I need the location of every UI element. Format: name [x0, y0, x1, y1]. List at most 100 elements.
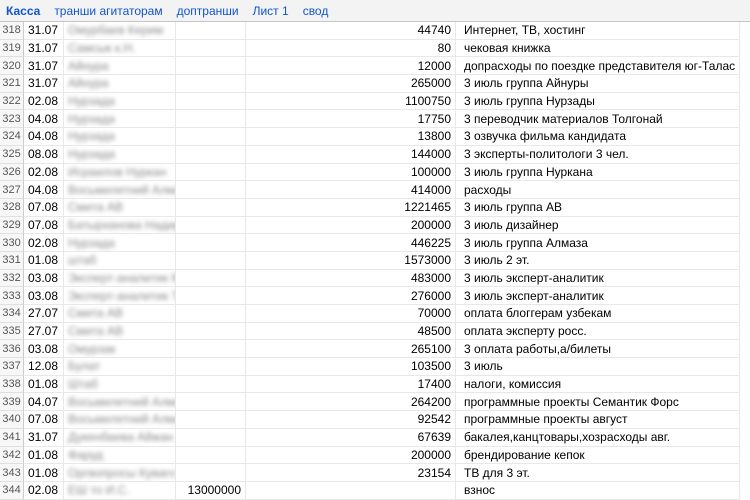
row-number[interactable]: 329	[0, 217, 24, 235]
row-number[interactable]: 328	[0, 199, 24, 217]
cell-date[interactable]: 03.08	[24, 270, 64, 288]
cell-name[interactable]: Штаб	[64, 376, 176, 394]
cell-date[interactable]: 31.07	[24, 57, 64, 75]
cell-description[interactable]: 3 июль	[456, 358, 740, 376]
cell-amount-1[interactable]	[176, 146, 246, 164]
cell-date[interactable]: 31.07	[24, 75, 64, 93]
row-number[interactable]: 327	[0, 181, 24, 199]
cell-date[interactable]: 03.08	[24, 340, 64, 358]
cell-description[interactable]: 3 июль 2 эт.	[456, 252, 740, 270]
cell-description[interactable]: расходы	[456, 181, 740, 199]
row-number[interactable]: 334	[0, 305, 24, 323]
cell-description[interactable]: 3 июль группа Алмаза	[456, 234, 740, 252]
cell-amount-1[interactable]	[176, 323, 246, 341]
cell-name[interactable]: Омурзак	[64, 340, 176, 358]
cell-description[interactable]: чековая книжка	[456, 40, 740, 58]
cell-description[interactable]: 3 июль группа АВ	[456, 199, 740, 217]
cell-amount-1[interactable]	[176, 22, 246, 40]
cell-amount-2[interactable]: 12000	[246, 57, 456, 75]
cell-description[interactable]: 3 июль группа Нуркана	[456, 164, 740, 182]
sheet-tab[interactable]: свод	[303, 4, 329, 18]
cell-name[interactable]: Эксперт-аналитик ММ	[64, 270, 176, 288]
cell-description[interactable]: ТВ для 3 эт.	[456, 464, 740, 482]
cell-amount-2[interactable]	[246, 482, 456, 500]
cell-name[interactable]: Нурзада	[64, 234, 176, 252]
cell-amount-2[interactable]: 23154	[246, 464, 456, 482]
cell-description[interactable]: 3 июль группа Нурзады	[456, 93, 740, 111]
cell-amount-2[interactable]: 446225	[246, 234, 456, 252]
row-number[interactable]: 342	[0, 447, 24, 465]
cell-amount-1[interactable]	[176, 164, 246, 182]
cell-date[interactable]: 08.08	[24, 146, 64, 164]
cell-date[interactable]: 07.08	[24, 411, 64, 429]
row-number[interactable]: 324	[0, 128, 24, 146]
cell-amount-1[interactable]	[176, 376, 246, 394]
cell-name[interactable]: Смита АВ	[64, 199, 176, 217]
row-number[interactable]: 337	[0, 358, 24, 376]
cell-description[interactable]: 3 озвучка фильма кандидата	[456, 128, 740, 146]
cell-date[interactable]: 07.08	[24, 217, 64, 235]
cell-name[interactable]: Восьмилетний Алмаз	[64, 181, 176, 199]
cell-date[interactable]: 02.08	[24, 93, 64, 111]
row-number[interactable]: 326	[0, 164, 24, 182]
sheet-tab[interactable]: Касса	[6, 4, 40, 18]
cell-amount-1[interactable]	[176, 252, 246, 270]
cell-name[interactable]: Дукенбаева Айжан	[64, 429, 176, 447]
cell-amount-2[interactable]: 1573000	[246, 252, 456, 270]
cell-name[interactable]: Восьмилетний Алмаз	[64, 411, 176, 429]
cell-name[interactable]: Айнура	[64, 75, 176, 93]
cell-amount-2[interactable]: 17750	[246, 110, 456, 128]
cell-amount-1[interactable]	[176, 287, 246, 305]
cell-description[interactable]: оплата эксперту росс.	[456, 323, 740, 341]
row-number[interactable]: 323	[0, 110, 24, 128]
cell-amount-1[interactable]	[176, 181, 246, 199]
cell-name[interactable]: Восьмилетний Алмаз	[64, 393, 176, 411]
cell-amount-1[interactable]	[176, 270, 246, 288]
cell-amount-1[interactable]	[176, 40, 246, 58]
cell-description[interactable]: 3 переводчик материалов Толгонай	[456, 110, 740, 128]
row-number[interactable]: 339	[0, 393, 24, 411]
row-number[interactable]: 338	[0, 376, 24, 394]
row-number[interactable]: 343	[0, 464, 24, 482]
cell-amount-1[interactable]	[176, 447, 246, 465]
row-number[interactable]: 318	[0, 22, 24, 40]
cell-name[interactable]: Нурзада	[64, 110, 176, 128]
cell-date[interactable]: 01.08	[24, 252, 64, 270]
cell-date[interactable]: 04.08	[24, 110, 64, 128]
cell-amount-2[interactable]: 276000	[246, 287, 456, 305]
cell-description[interactable]: 3 июль дизайнер	[456, 217, 740, 235]
cell-amount-1[interactable]	[176, 464, 246, 482]
cell-description[interactable]: 3 эксперты-политологи 3 чел.	[456, 146, 740, 164]
cell-date[interactable]: 03.08	[24, 287, 64, 305]
cell-date[interactable]: 31.07	[24, 429, 64, 447]
cell-name[interactable]: Самсык к.Н.	[64, 40, 176, 58]
cell-name[interactable]: Нурзада	[64, 128, 176, 146]
row-number[interactable]: 344	[0, 482, 24, 500]
cell-description[interactable]: 3 июль эксперт-аналитик	[456, 270, 740, 288]
cell-amount-2[interactable]: 264200	[246, 393, 456, 411]
cell-description[interactable]: Интернет, ТВ, хостинг	[456, 22, 740, 40]
cell-amount-2[interactable]: 80	[246, 40, 456, 58]
cell-amount-1[interactable]	[176, 199, 246, 217]
cell-amount-1[interactable]	[176, 393, 246, 411]
cell-date[interactable]: 02.08	[24, 164, 64, 182]
cell-amount-2[interactable]: 17400	[246, 376, 456, 394]
cell-date[interactable]: 27.07	[24, 305, 64, 323]
cell-amount-1[interactable]	[176, 217, 246, 235]
cell-name[interactable]: Булат	[64, 358, 176, 376]
cell-description[interactable]: 3 июль эксперт-аналитик	[456, 287, 740, 305]
sheet-tab[interactable]: транши агитаторам	[54, 4, 162, 18]
cell-date[interactable]: 02.08	[24, 234, 64, 252]
cell-name[interactable]: Нурзада	[64, 93, 176, 111]
cell-amount-2[interactable]: 200000	[246, 447, 456, 465]
cell-amount-2[interactable]: 13800	[246, 128, 456, 146]
cell-date[interactable]: 04.08	[24, 181, 64, 199]
cell-description[interactable]: допрасходы по поездке представителя юг-Т…	[456, 57, 740, 75]
row-number[interactable]: 340	[0, 411, 24, 429]
cell-date[interactable]: 01.08	[24, 376, 64, 394]
cell-description[interactable]: брендирование кепок	[456, 447, 740, 465]
cell-description[interactable]: налоги, комиссия	[456, 376, 740, 394]
row-number[interactable]: 322	[0, 93, 24, 111]
cell-amount-1[interactable]	[176, 93, 246, 111]
cell-amount-1[interactable]	[176, 128, 246, 146]
